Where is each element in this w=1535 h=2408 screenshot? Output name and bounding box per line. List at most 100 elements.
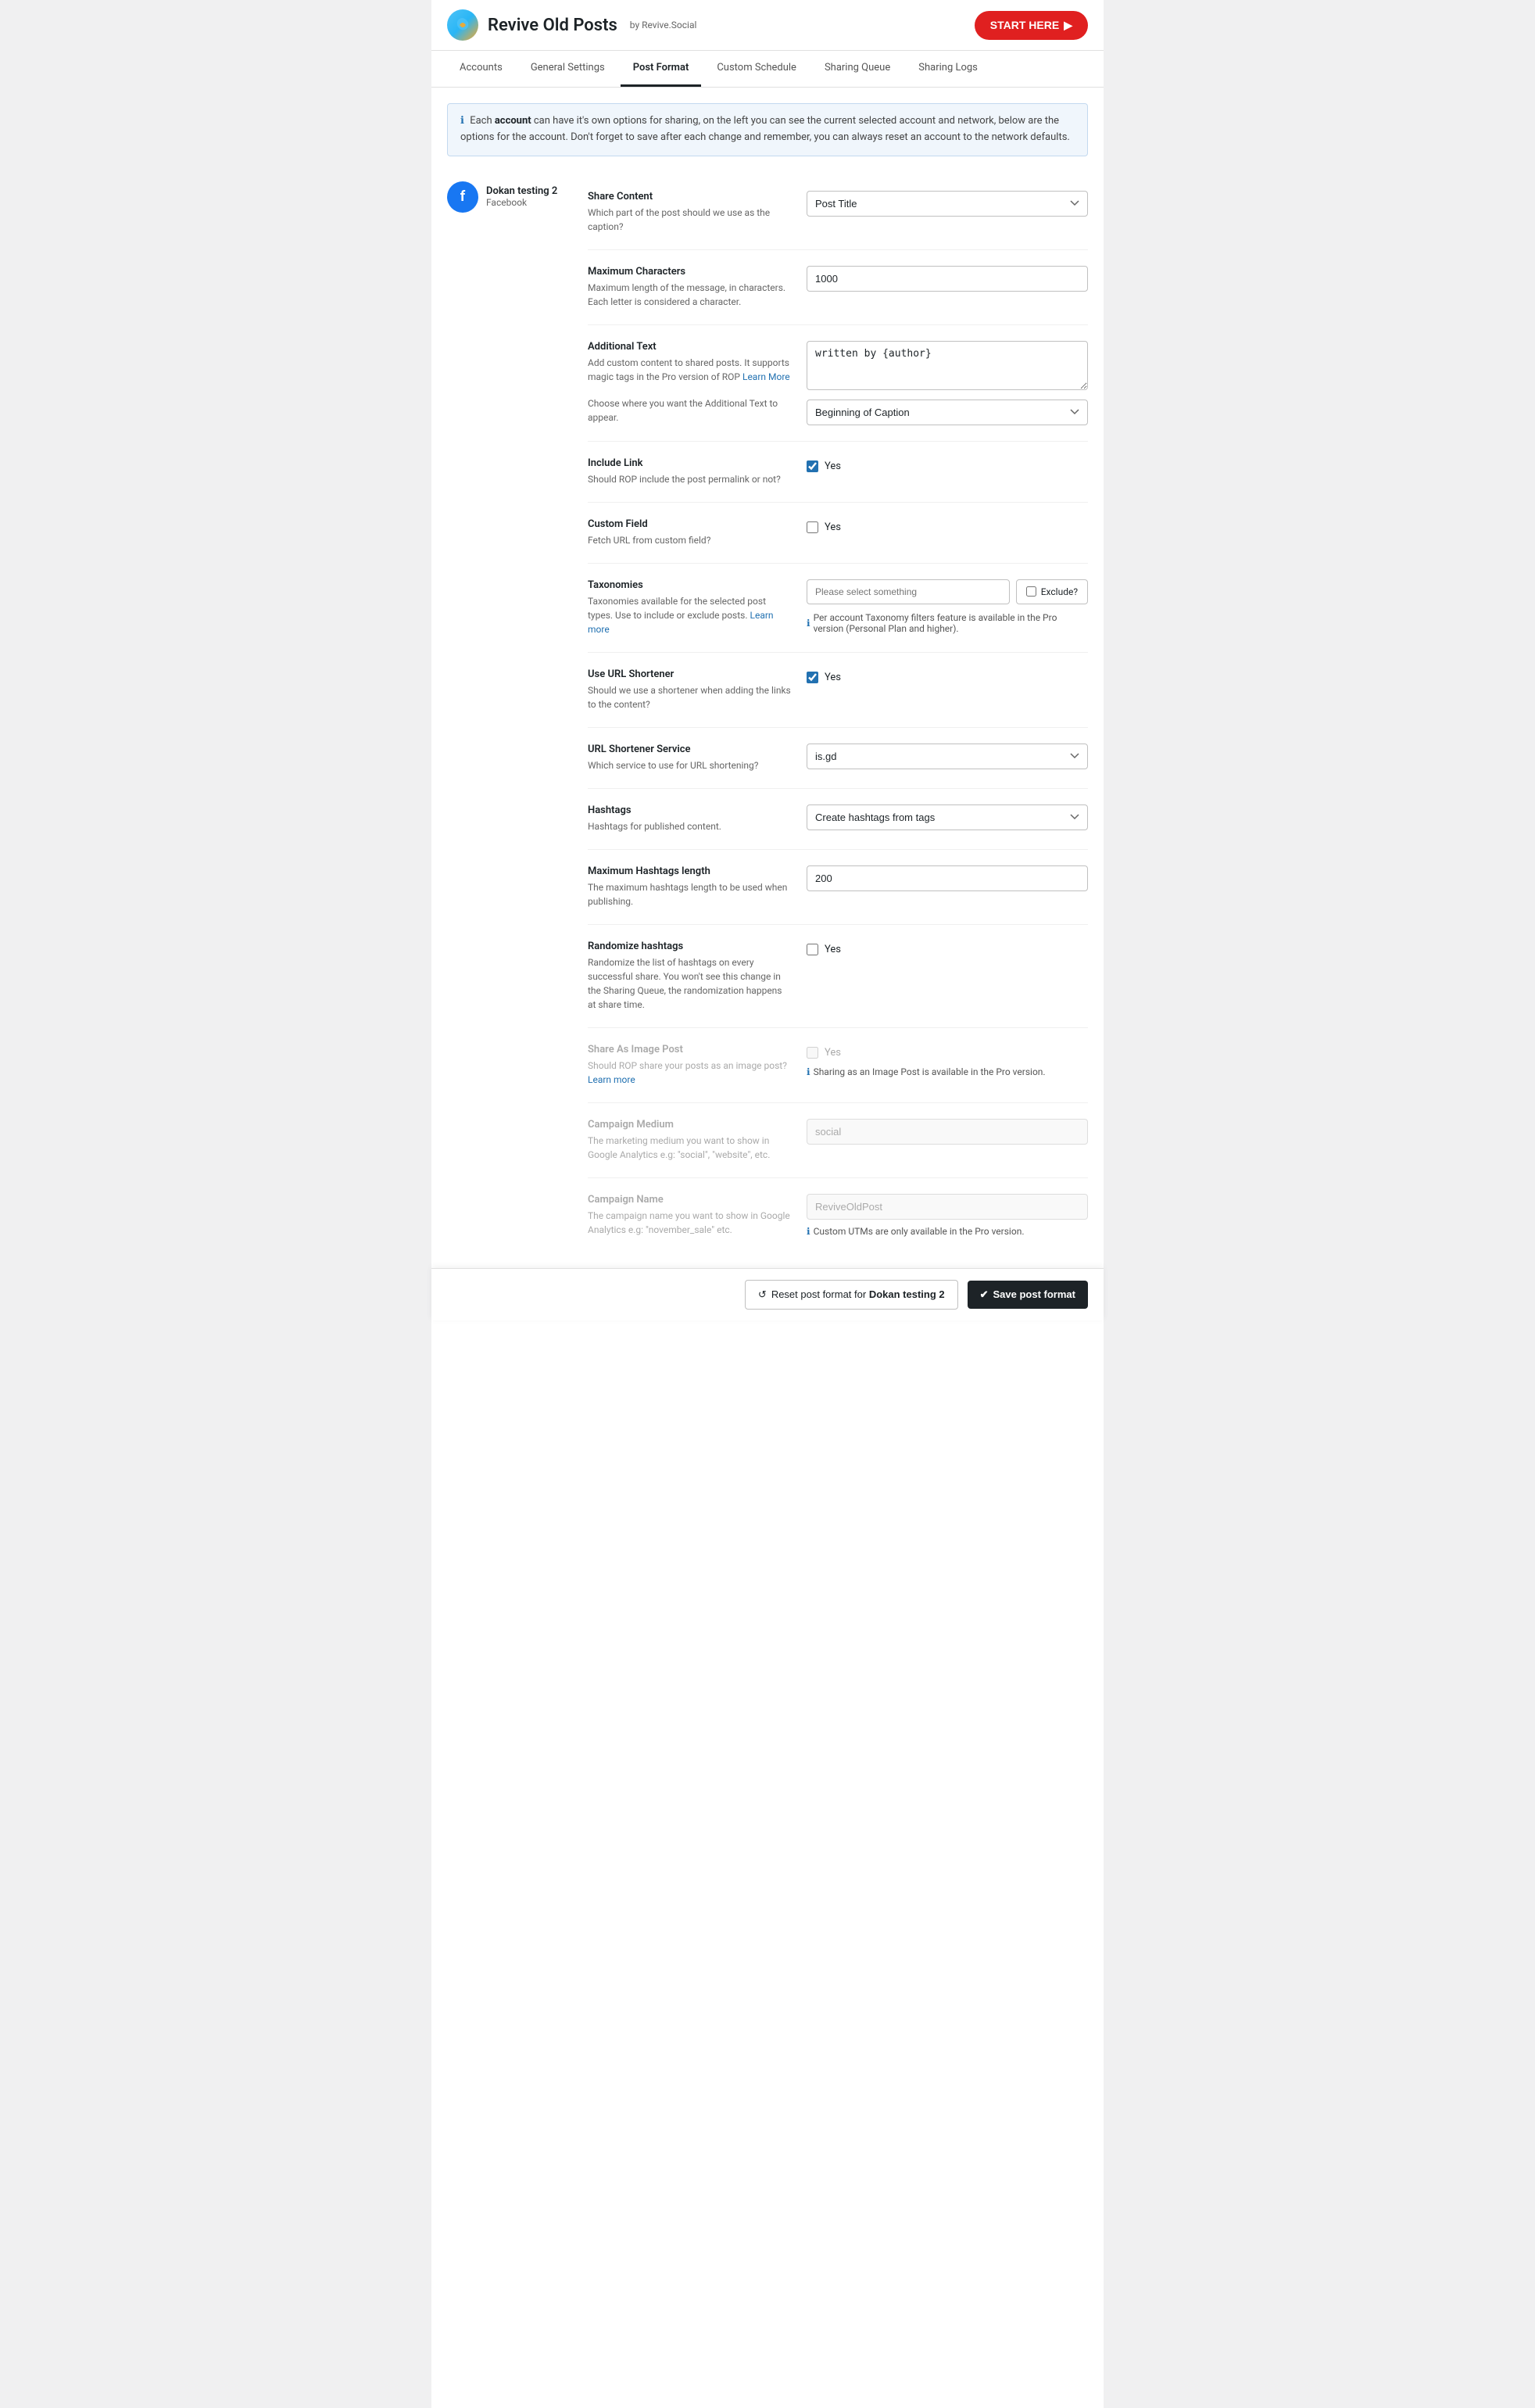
max-hashtags-input[interactable]	[807, 865, 1088, 891]
share-as-image-label: Share As Image Post	[588, 1044, 791, 1055]
custom-field-row: Custom Field Fetch URL from custom field…	[588, 503, 1088, 564]
taxonomies-label-col: Taxonomies Taxonomies available for the …	[588, 579, 791, 636]
check-icon: ✔	[980, 1288, 989, 1301]
custom-field-control-col: Yes	[807, 518, 1088, 547]
hashtags-control-col: Create hashtags from tags Create hashtag…	[807, 804, 1088, 833]
share-as-image-checkbox-row: Yes	[807, 1047, 1088, 1059]
logo-icon	[447, 9, 478, 41]
account-name: Dokan testing 2	[486, 185, 557, 197]
share-as-image-learn-more[interactable]: Learn more	[588, 1074, 635, 1085]
url-shortener-checkbox-row: Yes	[807, 672, 1088, 683]
randomize-hashtags-checkbox-label: Yes	[825, 944, 841, 955]
max-hashtags-label: Maximum Hashtags length	[588, 865, 791, 877]
campaign-medium-desc: The marketing medium you want to show in…	[588, 1134, 791, 1162]
max-characters-label-col: Maximum Characters Maximum length of the…	[588, 266, 791, 309]
url-shortener-service-desc: Which service to use for URL shortening?	[588, 758, 791, 772]
share-as-image-control-col: Yes ℹ Sharing as an Image Post is availa…	[807, 1044, 1088, 1087]
reset-button[interactable]: ↺ Reset post format for Dokan testing 2	[745, 1280, 958, 1310]
additional-text-position-select[interactable]: Beginning of Caption End of Caption	[807, 400, 1088, 425]
max-characters-control-col	[807, 266, 1088, 309]
url-shortener-service-row: URL Shortener Service Which service to u…	[588, 728, 1088, 789]
url-shortener-service-select[interactable]: is.gd bit.ly ow.ly tinyurl.com	[807, 744, 1088, 769]
url-shortener-row: Use URL Shortener Should we use a shorte…	[588, 653, 1088, 728]
custom-field-desc: Fetch URL from custom field?	[588, 533, 791, 547]
account-network: Facebook	[486, 197, 557, 208]
randomize-hashtags-label-col: Randomize hashtags Randomize the list of…	[588, 941, 791, 1012]
tab-general-settings[interactable]: General Settings	[518, 51, 617, 87]
campaign-medium-row: Campaign Medium The marketing medium you…	[588, 1103, 1088, 1178]
taxonomies-desc: Taxonomies available for the selected po…	[588, 594, 791, 636]
account-section: f Dokan testing 2 Facebook Share Content…	[447, 175, 1088, 1252]
custom-field-label-col: Custom Field Fetch URL from custom field…	[588, 518, 791, 547]
url-shortener-service-label-col: URL Shortener Service Which service to u…	[588, 744, 791, 772]
max-hashtags-label-col: Maximum Hashtags length The maximum hash…	[588, 865, 791, 908]
hashtags-label-col: Hashtags Hashtags for published content.	[588, 804, 791, 833]
site-title: Revive Old Posts	[488, 16, 617, 35]
max-characters-input[interactable]	[807, 266, 1088, 292]
share-content-select[interactable]: Post Title Post Content Post Excerpt Cus…	[807, 191, 1088, 217]
share-content-label-col: Share Content Which part of the post sho…	[588, 191, 791, 234]
campaign-name-desc: The campaign name you want to show in Go…	[588, 1209, 791, 1237]
hashtags-select[interactable]: Create hashtags from tags Create hashtag…	[807, 804, 1088, 830]
include-link-control-col: Yes	[807, 457, 1088, 486]
save-button[interactable]: ✔ Save post format	[968, 1281, 1088, 1309]
campaign-name-control-col: ℹ Custom UTMs are only available in the …	[807, 1194, 1088, 1237]
additional-text-label-col: Additional Text Add custom content to sh…	[588, 341, 791, 425]
share-as-image-checkbox[interactable]	[807, 1047, 818, 1059]
tab-post-format[interactable]: Post Format	[621, 51, 702, 87]
max-hashtags-control-col	[807, 865, 1088, 908]
campaign-medium-input[interactable]	[807, 1119, 1088, 1145]
url-shortener-label-col: Use URL Shortener Should we use a shorte…	[588, 668, 791, 711]
taxonomy-input[interactable]	[807, 579, 1010, 604]
custom-field-checkbox[interactable]	[807, 521, 818, 533]
campaign-name-label: Campaign Name	[588, 1194, 791, 1206]
custom-field-checkbox-label: Yes	[825, 521, 841, 533]
settings-area: Share Content Which part of the post sho…	[588, 175, 1088, 1252]
tab-sharing-queue[interactable]: Sharing Queue	[812, 51, 903, 87]
reset-button-label: Reset post format for Dokan testing 2	[771, 1288, 945, 1300]
randomize-hashtags-row: Randomize hashtags Randomize the list of…	[588, 925, 1088, 1028]
taxonomies-control-col: Exclude? ℹ Per account Taxonomy filters …	[807, 579, 1088, 636]
campaign-name-row: Campaign Name The campaign name you want…	[588, 1178, 1088, 1252]
campaign-name-label-col: Campaign Name The campaign name you want…	[588, 1194, 791, 1237]
include-link-checkbox-row: Yes	[807, 460, 1088, 472]
exclude-button[interactable]: Exclude?	[1016, 579, 1088, 604]
max-characters-label: Maximum Characters	[588, 266, 791, 278]
taxonomies-label: Taxonomies	[588, 579, 791, 591]
additional-text-learn-more[interactable]: Learn More	[742, 371, 790, 382]
site-header: Revive Old Posts by Revive.Social START …	[431, 0, 1104, 51]
site-subtitle: by Revive.Social	[630, 20, 697, 30]
save-button-label: Save post format	[993, 1288, 1075, 1300]
tab-sharing-logs[interactable]: Sharing Logs	[906, 51, 990, 87]
taxonomy-pro-notice: ℹ Per account Taxonomy filters feature i…	[807, 612, 1088, 634]
exclude-checkbox[interactable]	[1026, 586, 1036, 597]
share-as-image-checkbox-label: Yes	[825, 1047, 841, 1059]
url-shortener-service-control-col: is.gd bit.ly ow.ly tinyurl.com	[807, 744, 1088, 772]
url-shortener-checkbox-label: Yes	[825, 672, 841, 683]
additional-text-desc: Add custom content to shared posts. It s…	[588, 356, 791, 384]
randomize-hashtags-checkbox[interactable]	[807, 944, 818, 955]
additional-text-textarea[interactable]: written by {author}	[807, 341, 1088, 390]
include-link-checkbox[interactable]	[807, 460, 818, 472]
include-link-label-col: Include Link Should ROP include the post…	[588, 457, 791, 486]
campaign-name-input[interactable]	[807, 1194, 1088, 1220]
tab-custom-schedule[interactable]: Custom Schedule	[704, 51, 809, 87]
custom-field-checkbox-row: Yes	[807, 521, 1088, 533]
randomize-hashtags-desc: Randomize the list of hashtags on every …	[588, 955, 791, 1012]
additional-text-position-desc: Choose where you want the Additional Tex…	[588, 396, 791, 425]
randomize-hashtags-label: Randomize hashtags	[588, 941, 791, 952]
utm-pro-notice: ℹ Custom UTMs are only available in the …	[807, 1226, 1088, 1237]
additional-text-label: Additional Text	[588, 341, 791, 353]
campaign-medium-label: Campaign Medium	[588, 1119, 791, 1131]
nav-tabs: Accounts General Settings Post Format Cu…	[431, 51, 1104, 88]
info-icon: ℹ	[807, 1226, 810, 1237]
hashtags-row: Hashtags Hashtags for published content.…	[588, 789, 1088, 850]
share-as-image-row: Share As Image Post Should ROP share you…	[588, 1028, 1088, 1103]
tab-accounts[interactable]: Accounts	[447, 51, 515, 87]
max-hashtags-desc: The maximum hashtags length to be used w…	[588, 880, 791, 908]
campaign-medium-label-col: Campaign Medium The marketing medium you…	[588, 1119, 791, 1162]
play-icon: ▶	[1064, 19, 1072, 32]
reset-icon: ↺	[758, 1288, 767, 1301]
start-here-button[interactable]: START HERE ▶	[975, 11, 1088, 40]
url-shortener-checkbox[interactable]	[807, 672, 818, 683]
